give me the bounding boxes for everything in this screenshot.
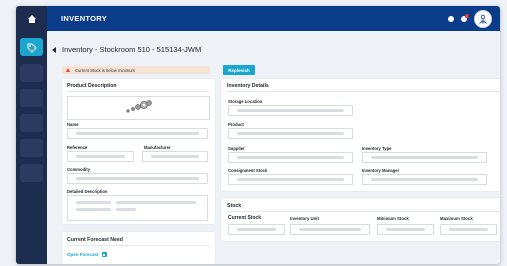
home-icon	[27, 15, 36, 23]
inventory-type-label: Inventory Type	[362, 146, 392, 151]
inventory-unit-field[interactable]	[290, 224, 370, 235]
avatar[interactable]	[474, 10, 492, 28]
reference-field[interactable]	[67, 151, 134, 162]
sidebar-item-3[interactable]	[20, 89, 43, 107]
open-forecast-link[interactable]: Open Forecast	[67, 252, 107, 257]
back-arrow-icon[interactable]	[52, 47, 56, 53]
stock-alert: Current Stock is below minimum	[62, 66, 210, 74]
forecast-title: Current Forecast Need	[67, 237, 123, 243]
current-stock-header: Current Stock	[228, 215, 262, 221]
product-description-card: Product Description Name Reference Manuf…	[62, 79, 215, 224]
app-window: INVENTORY Inventory - Stockroom 510 - 51…	[16, 6, 500, 264]
current-stock-field[interactable]	[228, 224, 285, 235]
sidebar	[16, 6, 47, 264]
storage-location-label: Storage Location	[228, 99, 263, 104]
maximum-stock-field[interactable]	[440, 224, 497, 235]
user-icon	[479, 14, 487, 24]
consignment-stock-field[interactable]	[228, 174, 353, 185]
sidebar-item-6[interactable]	[20, 164, 43, 182]
inventory-unit-header: Inventory Unit	[290, 216, 319, 221]
commodity-label: Commodity	[67, 167, 91, 172]
reference-label: Reference	[67, 145, 88, 150]
product-field[interactable]	[228, 128, 353, 139]
sidebar-item-4[interactable]	[20, 114, 43, 132]
notification-icon[interactable]	[461, 14, 469, 22]
open-forecast-label: Open Forecast	[67, 252, 99, 257]
manufacturer-field[interactable]	[142, 151, 208, 162]
product-description-title: Product Description	[67, 83, 117, 89]
storage-location-field[interactable]	[228, 105, 353, 116]
manufacturer-label: Manufacturer	[144, 145, 171, 150]
name-field[interactable]	[67, 128, 208, 139]
stock-title: Stock	[227, 203, 242, 209]
commodity-field[interactable]	[67, 173, 208, 184]
inventory-manager-label: Inventory Manager	[362, 168, 400, 173]
supplier-label: Supplier	[228, 146, 245, 151]
maximum-stock-header: Maximum Stock	[440, 216, 473, 221]
status-dot-icon[interactable]	[448, 16, 454, 22]
forecast-card: Current Forecast Need Open Forecast	[62, 232, 215, 264]
alert-text: Current Stock is below minimum	[75, 67, 136, 73]
name-label: Name	[67, 122, 79, 127]
detailed-description-field[interactable]	[67, 195, 208, 221]
detailed-description-label: Detailed Description	[67, 189, 108, 194]
supplier-field[interactable]	[228, 152, 353, 163]
sidebar-item-5[interactable]	[20, 139, 43, 157]
warning-icon	[66, 68, 70, 72]
main-content: Inventory - Stockroom 510 - 515134-JWM C…	[47, 31, 500, 264]
inventory-manager-field[interactable]	[362, 174, 487, 185]
app-title: INVENTORY	[61, 14, 108, 23]
sidebar-item-2[interactable]	[20, 64, 43, 82]
tag-icon	[27, 43, 37, 53]
inventory-details-title: Inventory Details	[227, 83, 269, 89]
minimum-stock-field[interactable]	[377, 224, 434, 235]
inventory-details-card: Inventory Details Storage Location Produ…	[221, 79, 500, 191]
product-parts-icon	[126, 100, 152, 113]
product-label: Product	[228, 122, 244, 127]
home-button[interactable]	[20, 10, 43, 28]
top-bar: INVENTORY	[47, 6, 500, 31]
stock-card: Stock Current Stock Inventory Unit Minim…	[221, 198, 500, 241]
sidebar-item-inventory[interactable]	[20, 38, 43, 56]
inventory-type-field[interactable]	[362, 152, 487, 163]
page-title: Inventory - Stockroom 510 - 515134-JWM	[62, 45, 202, 54]
minimum-stock-header: Minimum Stock	[377, 216, 409, 221]
external-link-icon	[101, 252, 107, 257]
product-image	[67, 96, 210, 120]
replenish-button[interactable]: Replenish	[223, 65, 255, 75]
consignment-stock-label: Consignment Stock	[228, 168, 268, 173]
